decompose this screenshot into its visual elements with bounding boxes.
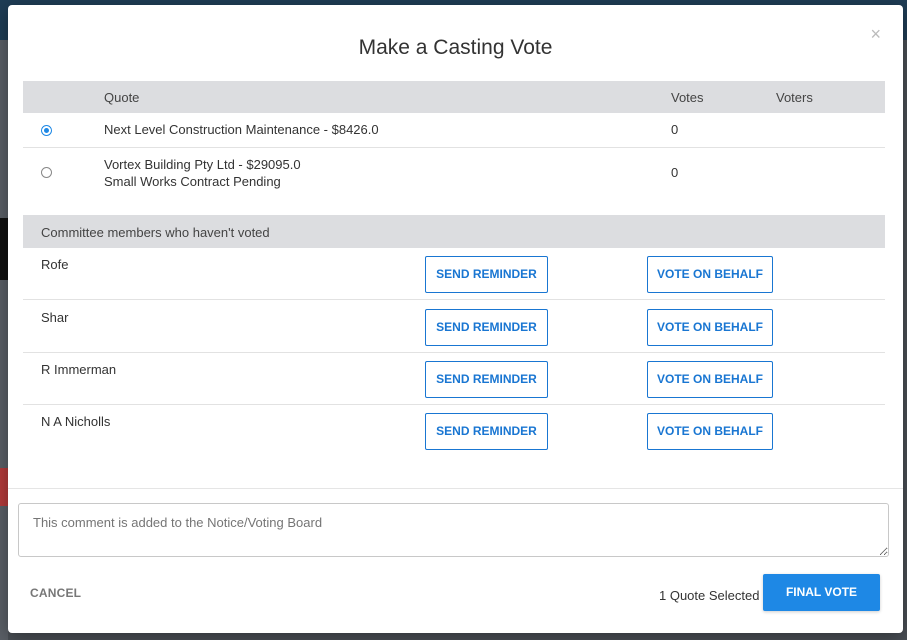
quote-radio[interactable] [41, 167, 52, 178]
quote-row[interactable]: Vortex Building Pty Ltd - $29095.0 Small… [23, 148, 885, 201]
quote-name: Next Level Construction Maintenance - $8… [104, 122, 379, 137]
send-reminder-button[interactable]: SEND REMINDER [425, 413, 548, 450]
vote-on-behalf-button[interactable]: VOTE ON BEHALF [647, 361, 773, 398]
member-row: Rofe SEND REMINDER VOTE ON BEHALF [23, 248, 885, 300]
cancel-button[interactable]: CANCEL [30, 586, 81, 600]
member-name: Shar [41, 310, 69, 325]
vote-on-behalf-button[interactable]: VOTE ON BEHALF [647, 309, 773, 346]
comment-textarea[interactable] [18, 503, 889, 557]
committee-header: Committee members who haven't voted [23, 215, 885, 248]
committee-header-label: Committee members who haven't voted [41, 225, 270, 240]
quote-radio-selected[interactable] [41, 125, 52, 136]
member-name: R Immerman [41, 362, 117, 377]
quote-votes: 0 [671, 165, 679, 180]
member-row: Shar SEND REMINDER VOTE ON BEHALF [23, 301, 885, 353]
footer-divider [8, 488, 903, 489]
member-row: N A Nicholls SEND REMINDER VOTE ON BEHAL… [23, 405, 885, 457]
send-reminder-button[interactable]: SEND REMINDER [425, 309, 548, 346]
member-row: R Immerman SEND REMINDER VOTE ON BEHALF [23, 353, 885, 405]
vote-on-behalf-button[interactable]: VOTE ON BEHALF [647, 413, 773, 450]
quote-table-header: Quote Votes Voters [23, 81, 885, 113]
casting-vote-modal: × Make a Casting Vote Quote Votes Voters… [8, 5, 903, 633]
header-votes: Votes [671, 90, 704, 105]
quote-note: Small Works Contract Pending [104, 174, 281, 189]
background-panel [0, 218, 8, 280]
send-reminder-button[interactable]: SEND REMINDER [425, 256, 548, 293]
quote-name: Vortex Building Pty Ltd - $29095.0 [104, 157, 301, 172]
final-vote-button[interactable]: FINAL VOTE [763, 574, 880, 611]
selection-count: 1 Quote Selected [659, 588, 760, 603]
modal-title: Make a Casting Vote [358, 36, 553, 59]
quote-votes: 0 [671, 122, 679, 137]
vote-on-behalf-button[interactable]: VOTE ON BEHALF [647, 256, 773, 293]
background-badge [0, 468, 8, 506]
member-name: Rofe [41, 257, 69, 272]
member-name: N A Nicholls [41, 414, 111, 429]
header-quote: Quote [104, 90, 140, 105]
quote-row[interactable]: Next Level Construction Maintenance - $8… [23, 114, 885, 148]
send-reminder-button[interactable]: SEND REMINDER [425, 361, 548, 398]
background-page [0, 40, 8, 640]
header-voters: Voters [776, 90, 813, 105]
